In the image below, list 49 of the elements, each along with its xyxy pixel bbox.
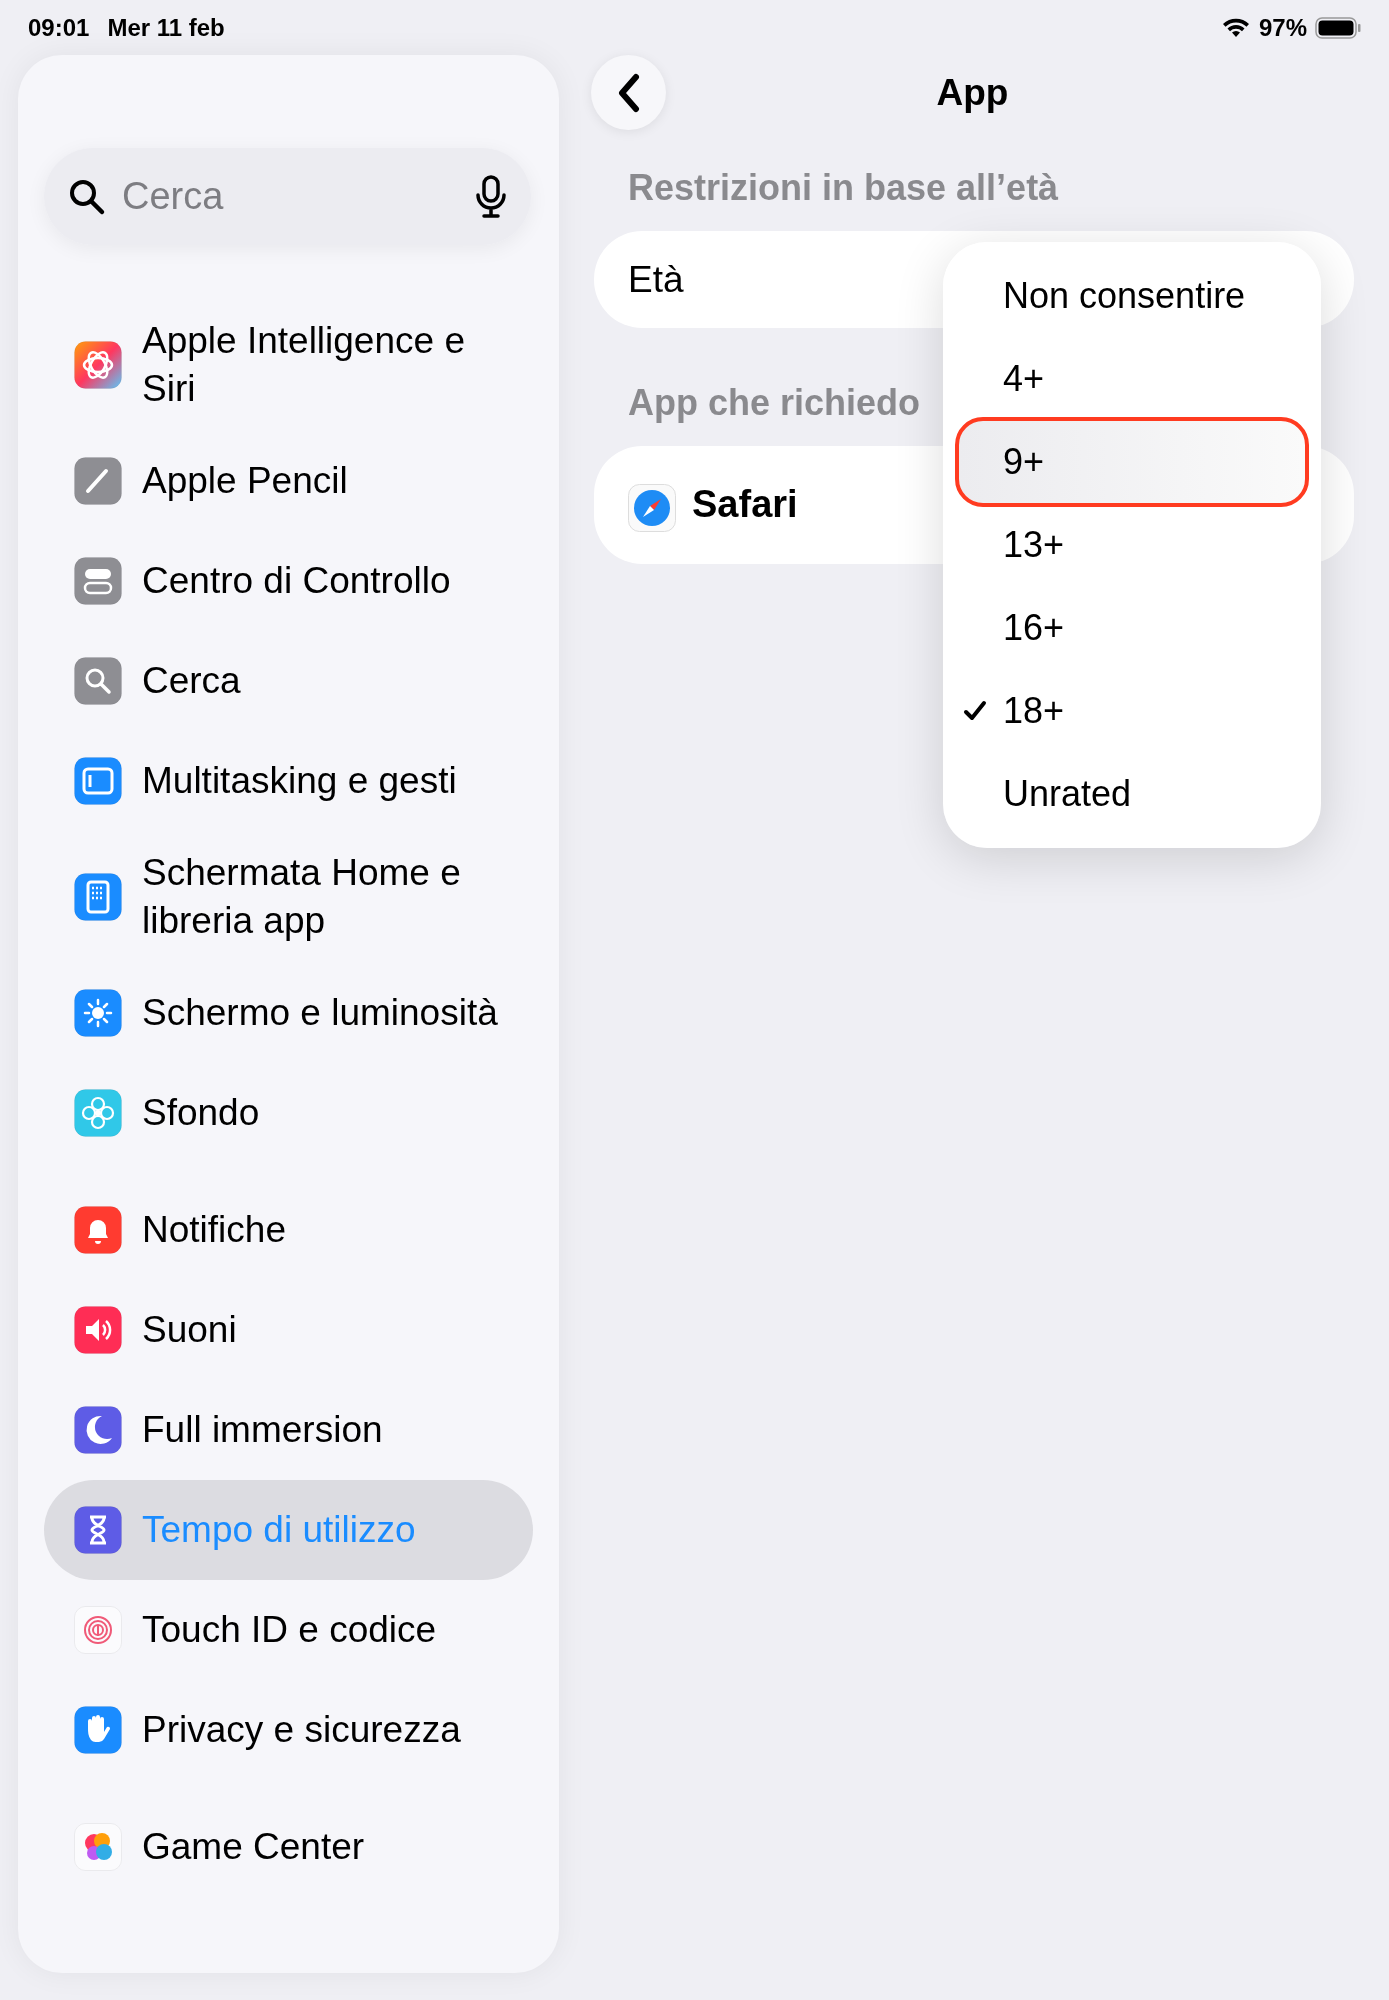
microphone-icon[interactable] [475, 174, 507, 219]
flower-icon [74, 1089, 122, 1137]
sidebar-item[interactable]: Schermata Home e libreria app [44, 831, 533, 963]
sidebar-item[interactable]: Full immersion [44, 1380, 533, 1480]
fingerprint-icon [74, 1606, 122, 1654]
intelligence-icon [74, 341, 122, 389]
compass-icon [628, 484, 676, 532]
sidebar-item[interactable]: Apple Pencil [44, 431, 533, 531]
section-header: App che richiedo [628, 381, 921, 425]
sidebar-item[interactable]: Notifiche [44, 1180, 533, 1280]
hand-icon [74, 1706, 122, 1754]
status-time: 09:01 [28, 12, 90, 43]
menu-option[interactable]: 16+ [943, 586, 1321, 669]
home-screen-icon [74, 873, 122, 921]
search-icon [74, 657, 122, 705]
search-icon [68, 177, 106, 216]
hourglass-icon [74, 1506, 122, 1554]
battery-percent: 97% [1258, 12, 1307, 43]
menu-option[interactable]: 9+ [955, 416, 1309, 507]
bubbles-icon [74, 1823, 122, 1871]
sun-icon [74, 989, 122, 1037]
sidebar-item[interactable]: Suoni [44, 1280, 533, 1380]
moon-icon [74, 1406, 122, 1454]
sidebar-item[interactable]: Cerca [44, 631, 533, 731]
menu-option[interactable]: Unrated [943, 752, 1321, 835]
bell-icon [74, 1206, 122, 1254]
sidebar-item[interactable]: Schermo e luminosità [44, 963, 533, 1063]
speaker-icon [74, 1306, 122, 1354]
sidebar-item[interactable]: Multitasking e gesti [44, 731, 533, 831]
status-date: Mer 11 feb [107, 12, 225, 43]
sidebar-item[interactable]: Centro di Controllo [44, 531, 533, 631]
section-header: Restrizioni in base all’età [628, 166, 1059, 210]
menu-option[interactable]: Non consentire [943, 254, 1321, 337]
battery-icon [1315, 16, 1361, 39]
sidebar-item[interactable]: Privacy e sicurezza [44, 1680, 533, 1780]
sidebar-item[interactable]: Sfondo [44, 1063, 533, 1163]
sidebar-item[interactable]: Game Center [44, 1797, 533, 1897]
search-input[interactable]: Cerca [122, 168, 475, 225]
page-title: App [935, 70, 1010, 115]
pencil-icon [74, 457, 122, 505]
toggles-icon [74, 557, 122, 605]
multitasking-icon [74, 757, 122, 805]
sidebar-item[interactable]: Apple Intelligence e Siri [44, 299, 533, 431]
sidebar-item[interactable]: Touch ID e codice [44, 1580, 533, 1680]
row-label: Età [628, 257, 684, 302]
wifi-icon [1220, 16, 1251, 39]
menu-option[interactable]: 18+ [943, 669, 1321, 752]
search-field[interactable]: Cerca [44, 148, 531, 245]
row-label: Safari [692, 482, 798, 527]
